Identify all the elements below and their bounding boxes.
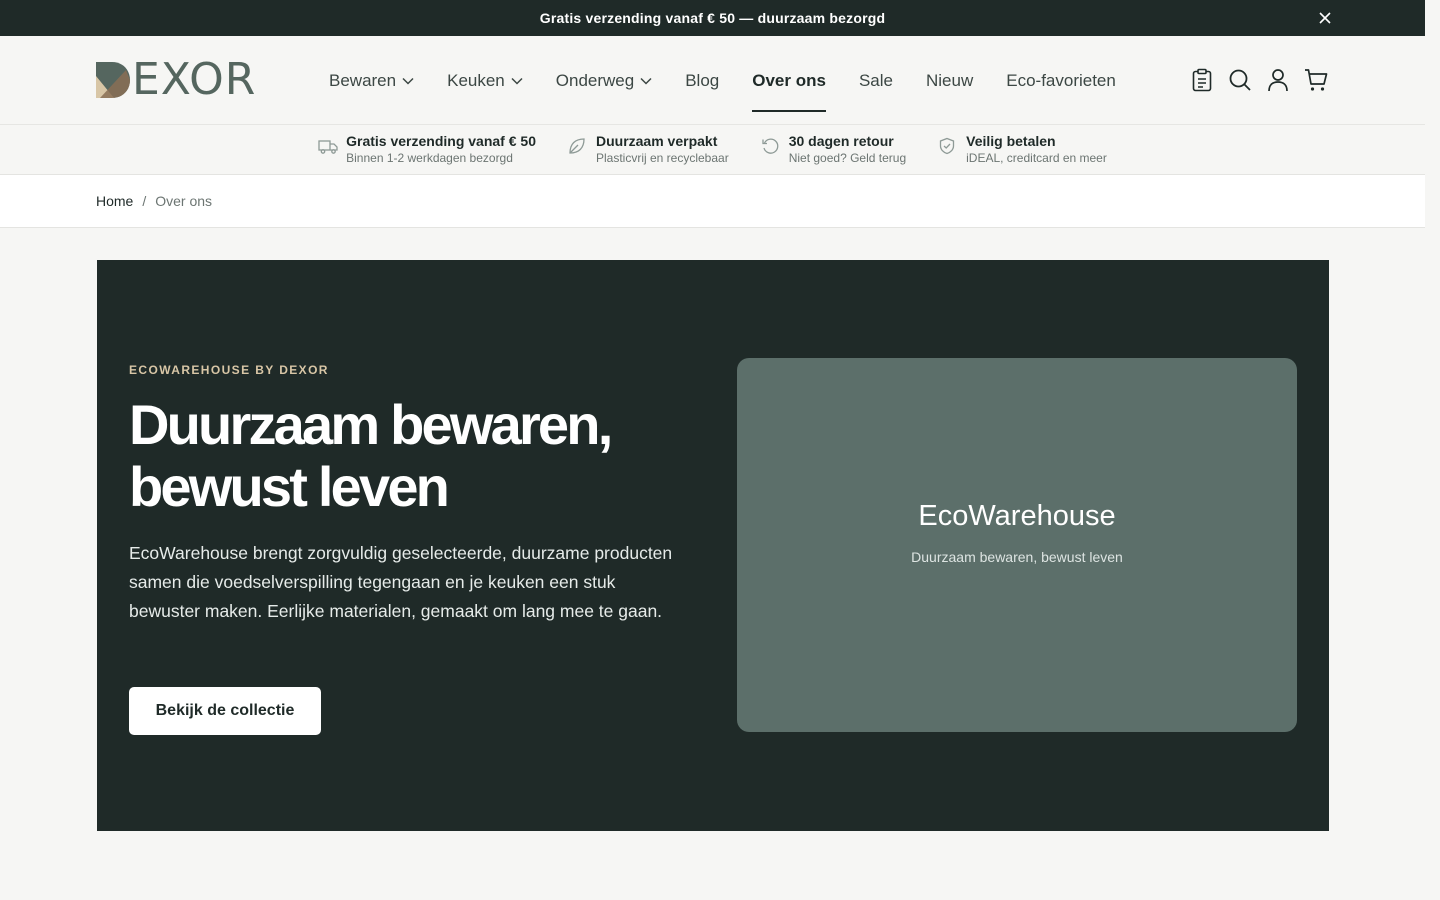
hero-description: EcoWarehouse brengt zorgvuldig geselecte… <box>129 543 673 621</box>
site-header: EXOR Bewaren Keuken Onderweg Blog Over o… <box>0 36 1425 125</box>
nav-item-nieuw[interactable]: Nieuw <box>926 36 973 125</box>
nav-label: Nieuw <box>925 70 974 90</box>
chevron-down-icon <box>511 77 523 85</box>
announcement-bar: Gratis verzending vanaf € 50 — duurzaam … <box>0 0 1425 36</box>
nav-item-eco-favorieten[interactable]: Eco-favorieten <box>1006 36 1116 125</box>
nav-label: Keuken <box>447 70 505 90</box>
nav-item-keuken[interactable]: Keuken <box>447 36 523 125</box>
header-actions <box>1190 68 1342 92</box>
hero-title: Duurzaam bewaren, bewust leven <box>129 393 613 518</box>
clipboard-icon[interactable] <box>1190 68 1214 92</box>
usp-subtitle: Binnen 1-2 werkdagen bezorgd <box>346 151 513 165</box>
card-title: EcoWarehouse <box>918 499 1116 532</box>
nav-item-bewaren[interactable]: Bewaren <box>329 36 414 125</box>
usp-packaging: Duurzaam verpakt Plasticvrij en recycleb… <box>568 133 729 166</box>
cart-icon[interactable] <box>1304 68 1328 92</box>
card-subtitle: Duurzaam bewaren, bewust leven <box>911 548 1123 565</box>
nav-item-over-ons[interactable]: Over ons <box>752 36 826 125</box>
search-icon[interactable] <box>1228 68 1252 92</box>
nav-item-sale[interactable]: Sale <box>859 36 893 125</box>
nav-label: Over ons <box>752 70 826 90</box>
truck-icon <box>318 137 338 157</box>
logo-mark-icon <box>96 62 130 98</box>
nav-label: Sale <box>858 70 893 90</box>
usp-returns: 30 dagen retour Niet goed? Geld terug <box>761 133 906 166</box>
hero-image-card: EcoWarehouse Duurzaam bewaren, bewust le… <box>737 358 1297 732</box>
usp-title: Veilig betalen <box>966 133 1056 149</box>
nav-label: Blog <box>685 70 720 90</box>
nav-label: Bewaren <box>329 70 397 90</box>
announcement-text: Gratis verzending vanaf € 50 — duurzaam … <box>539 10 886 26</box>
nav-label: Eco-favorieten <box>1006 70 1116 90</box>
chevron-down-icon <box>640 77 652 85</box>
nav-label: Onderweg <box>555 70 635 90</box>
breadcrumb-home[interactable]: Home <box>96 193 133 209</box>
chevron-down-icon <box>402 77 414 85</box>
usp-bar: Gratis verzending vanaf € 50 Binnen 1-2 … <box>0 125 1425 175</box>
return-icon <box>761 137 781 157</box>
breadcrumb-separator: / <box>142 193 147 209</box>
close-icon[interactable] <box>1315 8 1335 28</box>
usp-title: 30 dagen retour <box>788 133 894 149</box>
leaf-icon <box>568 137 588 157</box>
hero-section: ECOWAREHOUSE BY DEXOR Duurzaam bewaren, … <box>97 260 1329 831</box>
nav-item-onderweg[interactable]: Onderweg <box>556 36 652 125</box>
usp-subtitle: Plasticvrij en recyclebaar <box>595 151 729 165</box>
breadcrumb: Home / Over ons <box>0 175 1425 228</box>
logo[interactable]: EXOR <box>96 54 257 105</box>
shield-check-icon <box>938 137 958 157</box>
hero-kicker: ECOWAREHOUSE BY DEXOR <box>129 363 329 377</box>
view-collection-button[interactable]: Bekijk de collectie <box>129 687 321 735</box>
breadcrumb-current: Over ons <box>155 193 213 209</box>
usp-title: Gratis verzending vanaf € 50 <box>346 133 536 149</box>
usp-payment: Veilig betalen iDEAL, creditcard en meer <box>938 133 1107 166</box>
logo-text: EXOR <box>132 54 257 105</box>
user-icon[interactable] <box>1266 68 1290 92</box>
nav-item-blog[interactable]: Blog <box>685 36 719 125</box>
usp-subtitle: iDEAL, creditcard en meer <box>966 151 1107 165</box>
usp-title: Duurzaam verpakt <box>595 133 718 149</box>
usp-subtitle: Niet goed? Geld terug <box>788 151 907 165</box>
usp-shipping: Gratis verzending vanaf € 50 Binnen 1-2 … <box>318 133 536 166</box>
main-nav: Bewaren Keuken Onderweg Blog Over ons Sa… <box>329 36 1149 125</box>
